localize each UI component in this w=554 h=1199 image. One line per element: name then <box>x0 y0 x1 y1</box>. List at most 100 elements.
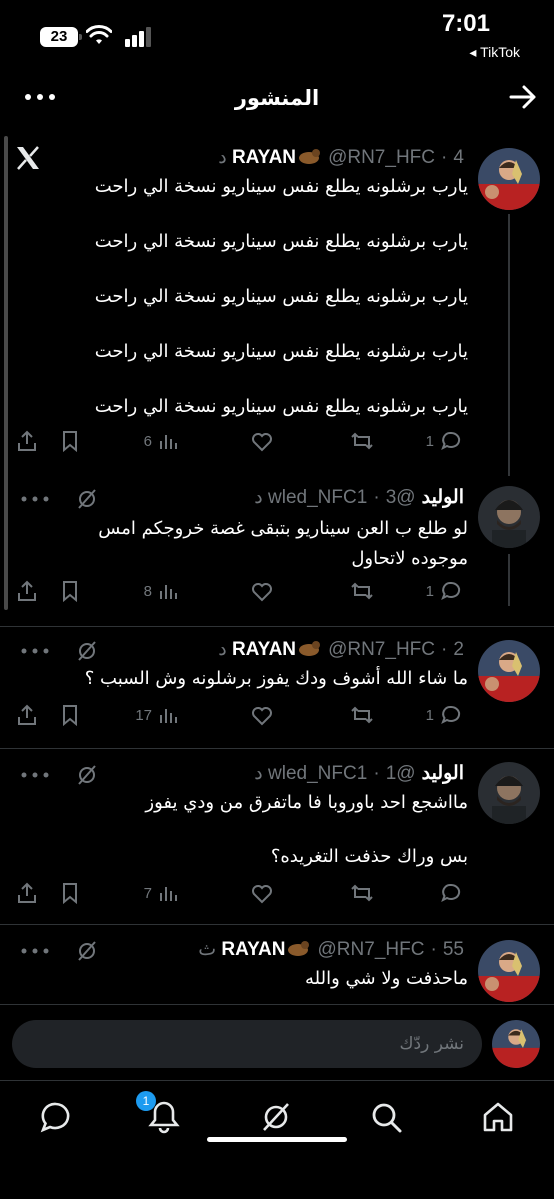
post-text-line: يارب برشلونه يطلع نفس سيناريو نسخة الي ر… <box>94 341 468 362</box>
post-text-line: موجوده لاتحاول <box>351 548 468 569</box>
clock: 7:01 <box>441 10 490 37</box>
bookmark-button[interactable] <box>60 426 80 456</box>
post-tools <box>20 938 98 964</box>
views-icon <box>160 585 177 599</box>
author-name[interactable]: الوليد <box>422 763 464 784</box>
bookmark-button[interactable] <box>60 700 80 730</box>
reply-count: 1 <box>425 706 434 724</box>
bookmark-button[interactable] <box>60 878 80 908</box>
more-icon[interactable] <box>20 770 50 780</box>
post-text-line: بس وراك حذفت التغريده؟ <box>270 846 468 867</box>
avatar[interactable] <box>492 1020 540 1068</box>
share-icon <box>18 580 36 601</box>
views-icon <box>160 435 177 449</box>
reply-button[interactable]: 1 <box>426 700 462 730</box>
reply-count: 1 <box>425 582 434 600</box>
arrow-right-icon[interactable] <box>508 82 538 112</box>
like-icon <box>252 433 272 452</box>
post-text-line: مااشجع احد باوروبا فا ماتفرق من ودي يفوز <box>145 792 468 813</box>
share-button[interactable] <box>16 700 38 730</box>
share-button[interactable] <box>16 576 38 606</box>
like-button[interactable] <box>250 576 274 606</box>
back-to-app-link[interactable]: ◂ TikTok <box>469 44 520 61</box>
reply-input[interactable]: نشر ردّك <box>12 1020 482 1068</box>
tab-messages[interactable] <box>34 1095 78 1139</box>
divider <box>0 626 554 627</box>
post-actions: 1 6 <box>0 426 554 456</box>
avatar[interactable] <box>478 148 540 210</box>
emoji-icon <box>299 149 321 164</box>
like-button[interactable] <box>250 878 274 908</box>
post-tools <box>20 638 98 664</box>
divider <box>0 924 554 925</box>
like-button[interactable] <box>250 700 274 730</box>
separator: · <box>441 639 448 660</box>
reply-button[interactable] <box>434 878 462 908</box>
avatar[interactable] <box>478 640 540 702</box>
post-tools <box>20 486 98 512</box>
tab-home[interactable] <box>476 1095 520 1139</box>
like-icon <box>252 583 272 602</box>
author-name[interactable]: الوليد <box>422 487 464 508</box>
post-actions: 7 <box>0 878 554 908</box>
separator: · <box>430 939 437 960</box>
reply-count: 1 <box>425 432 434 450</box>
like-button[interactable] <box>250 426 274 456</box>
share-button[interactable] <box>16 878 38 908</box>
avatar-image <box>478 762 540 824</box>
more-icon[interactable] <box>20 946 50 956</box>
views-count: 6 <box>143 432 152 450</box>
post-meta: الوليد @wled_NFC1 · 3 د <box>254 486 464 512</box>
post-actions: 1 17 <box>0 700 554 730</box>
retweet-button[interactable] <box>350 700 374 730</box>
separator: · <box>373 763 380 784</box>
author-handle: @RN7_HFC <box>328 147 435 168</box>
grok-icon[interactable] <box>76 764 98 786</box>
share-icon <box>18 430 36 451</box>
reply-button[interactable]: 1 <box>426 426 462 456</box>
retweet-icon <box>351 582 373 600</box>
share-button[interactable] <box>16 426 38 456</box>
author-name[interactable]: RAYAN <box>232 639 296 660</box>
retweet-button[interactable] <box>350 426 374 456</box>
avatar[interactable] <box>478 762 540 824</box>
grok-icon[interactable] <box>76 940 98 962</box>
tab-notifications[interactable]: 1 <box>136 1091 186 1139</box>
avatar[interactable] <box>478 486 540 548</box>
retweet-button[interactable] <box>350 878 374 908</box>
emoji-icon <box>288 941 310 956</box>
views-count: 17 <box>135 706 152 724</box>
avatar[interactable] <box>478 940 540 1002</box>
search-icon <box>372 1103 402 1133</box>
grok-icon <box>263 1103 289 1131</box>
reply-button[interactable]: 1 <box>426 576 462 606</box>
bookmark-icon <box>63 883 77 904</box>
reply-icon <box>441 883 461 903</box>
views-button[interactable]: 7 <box>144 878 178 908</box>
views-button[interactable]: 6 <box>144 426 178 456</box>
post-text-line: يارب برشلونه يطلع نفس سيناريو نسخة الي ر… <box>94 286 468 307</box>
more-icon[interactable] <box>20 646 50 656</box>
grok-icon[interactable] <box>76 640 98 662</box>
scrollbar[interactable] <box>4 136 8 610</box>
bookmark-icon <box>63 705 77 726</box>
notification-badge: 1 <box>136 1091 156 1111</box>
author-name[interactable]: RAYAN <box>232 147 296 168</box>
avatar-image <box>478 486 540 548</box>
more-icon[interactable] <box>20 494 50 504</box>
retweet-button[interactable] <box>350 576 374 606</box>
avatar-image <box>478 940 540 1002</box>
bottom-tab-bar: 1 <box>0 1080 554 1152</box>
retweet-icon <box>351 884 373 902</box>
home-indicator <box>207 1137 347 1142</box>
views-button[interactable]: 17 <box>135 700 178 730</box>
tab-grok[interactable] <box>254 1095 298 1139</box>
grok-icon[interactable] <box>76 488 98 510</box>
bookmark-button[interactable] <box>60 576 80 606</box>
views-button[interactable]: 8 <box>144 576 178 606</box>
divider <box>0 748 554 749</box>
signal-icon <box>125 27 151 47</box>
author-name[interactable]: RAYAN <box>221 939 285 960</box>
tab-search[interactable] <box>364 1095 408 1139</box>
share-icon <box>18 882 36 903</box>
